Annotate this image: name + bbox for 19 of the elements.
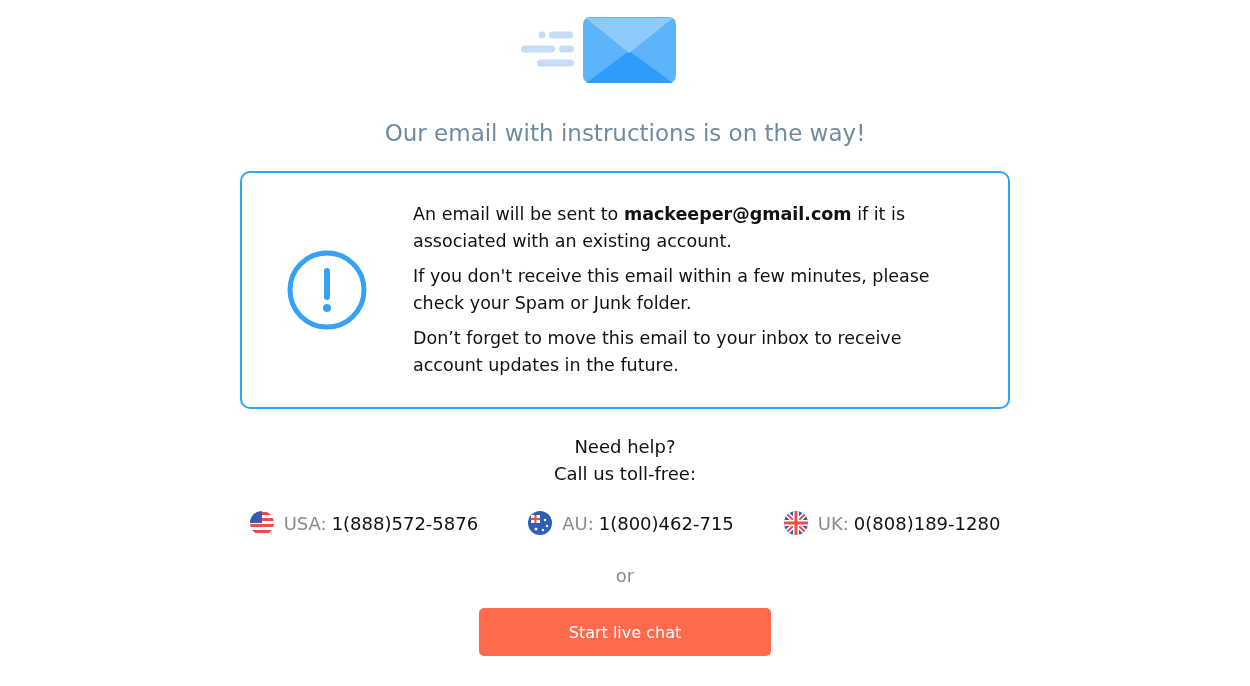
exclamation-icon	[286, 249, 368, 331]
flag-icon	[249, 511, 274, 535]
notice-paragraph: Don’t forget to move this email to your inbox to receive account updates in the future.	[413, 327, 903, 377]
notice-paragraph: An email will be sent to mackeeper@gmail.com if it is associated with an existing account.	[413, 203, 906, 253]
envelope-icon	[518, 15, 676, 85]
country-label: AU:	[562, 512, 594, 534]
phone-number: 1(888)572-5876	[331, 512, 479, 534]
country-label: UK:	[817, 512, 849, 534]
country-label: USA:	[283, 512, 327, 534]
live-chat-button[interactable]: Start live chat	[479, 608, 771, 656]
flag-icon	[783, 511, 808, 535]
flag-icon	[528, 511, 553, 535]
help-text: Call us toll-free:	[554, 462, 696, 486]
help-text: Need help?	[574, 435, 676, 459]
phone-number: 0(808)189-1280	[853, 512, 1001, 534]
or-text: or	[615, 565, 635, 586]
phone-number: 1(800)462-715	[598, 512, 734, 534]
notice-paragraph: If you don't receive this email within a few minutes, please check your Spam or Junk folder.	[413, 265, 931, 315]
heading: Our email with instructions is on the way!	[384, 119, 866, 148]
